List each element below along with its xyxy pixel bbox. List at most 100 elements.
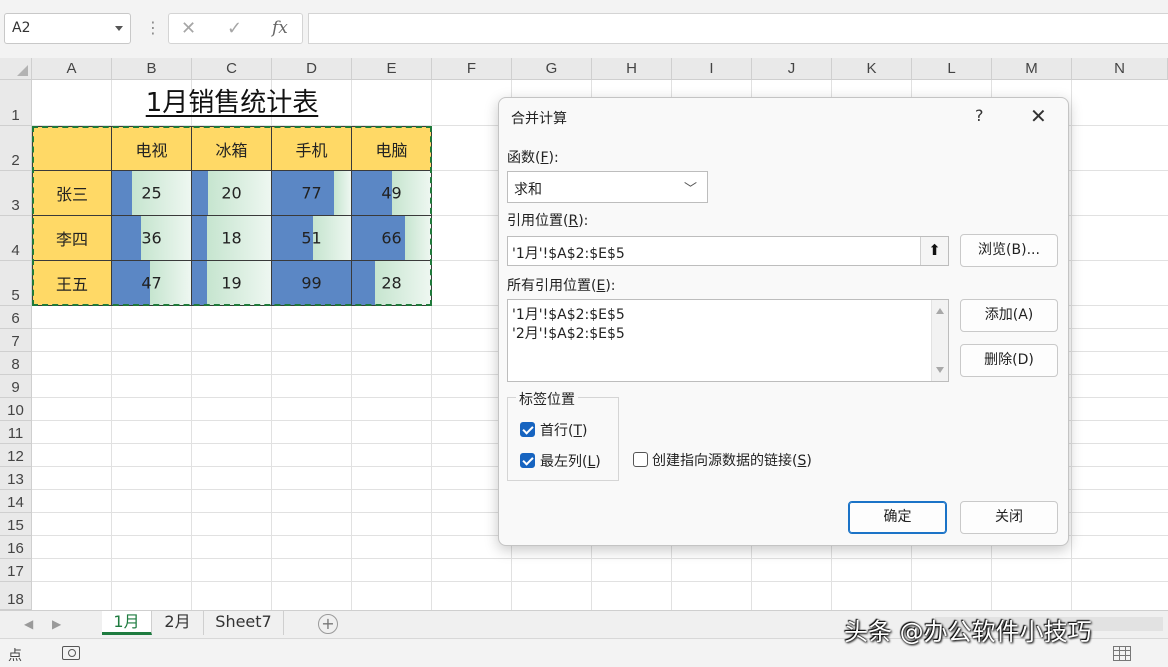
reference-input[interactable]: '1月'!$A$2:$E$5 ⬆	[507, 236, 949, 266]
row-header-17[interactable]: 17	[0, 559, 32, 582]
name-box[interactable]: A2	[4, 13, 131, 44]
list-scrollbar[interactable]	[931, 300, 948, 381]
delete-button[interactable]: 删除(D)	[960, 344, 1058, 377]
chevron-left-icon[interactable]: ◀	[24, 617, 33, 631]
create-links-label[interactable]: 创建指向源数据的链接(S)	[652, 450, 812, 470]
data-cell[interactable]: 51	[272, 216, 352, 261]
fx-icon[interactable]: fx	[272, 18, 288, 38]
sales-table: 电视 冰箱 手机 电脑 张三 25 20 77 49 李四 36 18 51 6…	[32, 126, 432, 306]
row-header-10[interactable]: 10	[0, 398, 32, 421]
create-links-checkbox[interactable]	[633, 452, 648, 467]
add-button[interactable]: 添加(A)	[960, 299, 1058, 332]
top-row-checkbox[interactable]	[520, 422, 535, 437]
row-header-1[interactable]: 1	[0, 80, 32, 126]
tab-sheet7[interactable]: Sheet7	[204, 611, 284, 635]
row-header-4[interactable]: 4	[0, 216, 32, 261]
chevron-down-icon[interactable]: ﹀	[684, 178, 697, 197]
normal-view-icon[interactable]	[1113, 646, 1131, 661]
more-options-icon: ⋮	[145, 18, 161, 37]
column-header-j[interactable]: J	[752, 58, 832, 80]
ok-button[interactable]: 确定	[848, 501, 947, 534]
header-cell-blank[interactable]	[32, 126, 112, 171]
row-header-8[interactable]: 8	[0, 352, 32, 375]
check-icon[interactable]: ✓	[227, 18, 242, 39]
header-cell-fridge[interactable]: 冰箱	[192, 126, 272, 171]
row-header-2[interactable]: 2	[0, 126, 32, 171]
add-sheet-icon[interactable]: +	[318, 614, 338, 634]
grid-line	[32, 558, 1168, 559]
column-header-c[interactable]: C	[192, 58, 272, 80]
select-all-corner[interactable]	[0, 58, 32, 80]
data-cell[interactable]: 99	[272, 261, 352, 306]
column-header-a[interactable]: A	[32, 58, 112, 80]
close-button[interactable]: 关闭	[960, 501, 1058, 534]
column-header-d[interactable]: D	[272, 58, 352, 80]
row-header-18[interactable]: 18	[0, 582, 32, 610]
list-item[interactable]: '2月'!$A$2:$E$5	[512, 323, 625, 343]
column-header-g[interactable]: G	[512, 58, 592, 80]
chevron-down-icon[interactable]	[115, 26, 123, 31]
column-header-n[interactable]: N	[1072, 58, 1168, 80]
row-header-16[interactable]: 16	[0, 536, 32, 559]
header-cell-tv[interactable]: 电视	[112, 126, 192, 171]
column-header-f[interactable]: F	[432, 58, 512, 80]
formula-input[interactable]	[308, 13, 1168, 44]
all-references-label: 所有引用位置(E):	[507, 278, 616, 294]
column-header-k[interactable]: K	[832, 58, 912, 80]
name-cell[interactable]: 王五	[32, 261, 112, 306]
data-cell[interactable]: 49	[352, 171, 432, 216]
cancel-icon[interactable]: ✕	[181, 18, 196, 39]
grid-line	[32, 581, 1168, 582]
function-select[interactable]: 求和 ﹀	[507, 171, 708, 203]
tab-january[interactable]: 1月	[102, 611, 152, 635]
help-icon[interactable]: ?	[975, 106, 984, 125]
data-cell[interactable]: 66	[352, 216, 432, 261]
name-cell[interactable]: 张三	[32, 171, 112, 216]
dialog-title: 合并计算	[511, 111, 567, 127]
data-cell[interactable]: 36	[112, 216, 192, 261]
row-header-7[interactable]: 7	[0, 329, 32, 352]
row-header-3[interactable]: 3	[0, 171, 32, 216]
column-header-h[interactable]: H	[592, 58, 672, 80]
row-header-6[interactable]: 6	[0, 306, 32, 329]
column-header-e[interactable]: E	[352, 58, 432, 80]
macro-record-icon[interactable]	[62, 646, 80, 660]
data-cell[interactable]: 47	[112, 261, 192, 306]
label-position-group: 标签位置 首行(T) 最左列(L)	[507, 389, 619, 481]
column-header-i[interactable]: I	[672, 58, 752, 80]
list-item[interactable]: '1月'!$A$2:$E$5	[512, 304, 625, 324]
row-header-13[interactable]: 13	[0, 467, 32, 490]
tab-february[interactable]: 2月	[152, 611, 204, 635]
column-header-b[interactable]: B	[112, 58, 192, 80]
scroll-up-icon[interactable]	[936, 308, 944, 314]
row-header-9[interactable]: 9	[0, 375, 32, 398]
browse-button[interactable]: 浏览(B)...	[960, 234, 1058, 267]
header-cell-computer[interactable]: 电脑	[352, 126, 432, 171]
scroll-down-icon[interactable]	[936, 367, 944, 373]
all-references-list[interactable]: '1月'!$A$2:$E$5 '2月'!$A$2:$E$5	[507, 299, 949, 382]
chevron-right-icon[interactable]: ▶	[52, 617, 61, 631]
data-cell[interactable]: 20	[192, 171, 272, 216]
row-header-12[interactable]: 12	[0, 444, 32, 467]
name-cell[interactable]: 李四	[32, 216, 112, 261]
header-cell-phone[interactable]: 手机	[272, 126, 352, 171]
row-header-14[interactable]: 14	[0, 490, 32, 513]
top-row-label[interactable]: 首行(T)	[540, 420, 588, 440]
data-cell[interactable]: 77	[272, 171, 352, 216]
collapse-dialog-icon[interactable]: ⬆	[920, 237, 948, 265]
column-header-m[interactable]: M	[992, 58, 1072, 80]
data-cell[interactable]: 28	[352, 261, 432, 306]
data-cell[interactable]: 25	[112, 171, 192, 216]
row-header-11[interactable]: 11	[0, 421, 32, 444]
left-column-checkbox[interactable]	[520, 453, 535, 468]
row-header-15[interactable]: 15	[0, 513, 32, 536]
status-mode: 点	[8, 648, 22, 664]
sheet-title[interactable]: 1月销售统计表	[32, 80, 432, 126]
column-header-l[interactable]: L	[912, 58, 992, 80]
label-position-title: 标签位置	[516, 389, 578, 409]
close-icon[interactable]: ✕	[1030, 104, 1047, 128]
data-cell[interactable]: 19	[192, 261, 272, 306]
left-column-label[interactable]: 最左列(L)	[540, 451, 601, 471]
data-cell[interactable]: 18	[192, 216, 272, 261]
row-header-5[interactable]: 5	[0, 261, 32, 306]
